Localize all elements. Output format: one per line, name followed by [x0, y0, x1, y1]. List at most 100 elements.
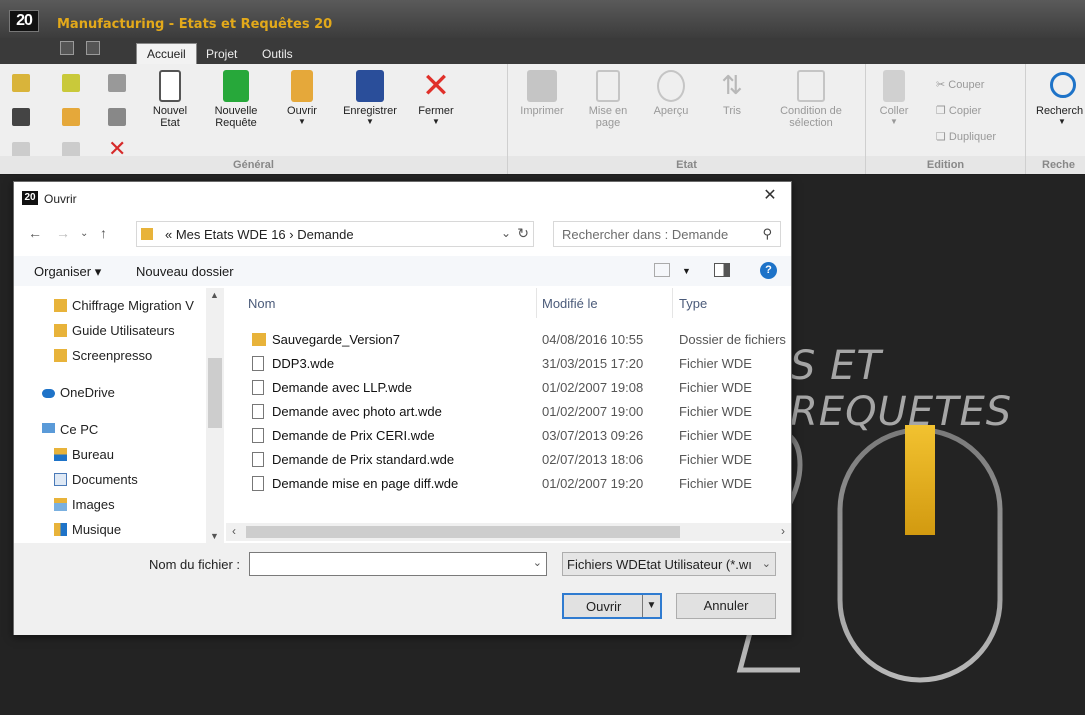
app-logo: 20 — [9, 10, 39, 32]
file-list-hscrollbar[interactable]: ‹ › — [226, 523, 791, 541]
filename-input[interactable] — [250, 553, 520, 575]
open-button[interactable]: Ouvrir ▼ — [282, 70, 322, 126]
scroll-down-icon[interactable]: ▼ — [210, 531, 219, 541]
file-icon — [252, 404, 264, 419]
column-header-modified[interactable]: Modifié le — [542, 296, 598, 311]
group-label-recherche: Reche — [1026, 156, 1085, 174]
copy-icon: ❐ — [936, 105, 949, 117]
group-label-general: Général — [0, 156, 507, 174]
nav-item-guide-utilisateurs[interactable]: Guide Utilisateurs — [14, 319, 206, 343]
preview-button[interactable]: Aperçu — [646, 70, 696, 117]
column-separator[interactable] — [536, 288, 537, 318]
group-label-etat: Etat — [508, 156, 865, 174]
ribbon: ✕ Nouvel Etat Nouvelle Requête Ouvrir ▼ … — [0, 64, 1085, 174]
file-row[interactable]: Demande mise en page diff.wde 01/02/2007… — [226, 472, 791, 496]
nav-item-musique[interactable]: Musique — [14, 518, 206, 542]
file-row[interactable]: DDP3.wde 31/03/2015 17:20 Fichier WDE — [226, 352, 791, 376]
filename-field[interactable]: ⌄ — [249, 552, 547, 576]
help-icon[interactable]: ? — [760, 262, 777, 279]
scroll-thumb[interactable] — [246, 526, 680, 538]
tab-projet[interactable]: Projet — [196, 44, 247, 64]
nav-item-documents[interactable]: Documents — [14, 468, 206, 492]
address-bar[interactable]: « Mes Etats WDE 16 › Demande ⌄ ↻ — [136, 221, 534, 247]
nav-item-images[interactable]: Images — [14, 493, 206, 517]
nav-pane-scrollbar[interactable]: ▲ ▼ — [206, 288, 224, 543]
sort-button[interactable]: ⇅ Tris — [712, 70, 752, 117]
filter-dropdown-icon[interactable]: ⌄ — [762, 557, 771, 570]
page-layout-button[interactable]: Mise en page — [580, 70, 636, 129]
file-row[interactable]: Sauvegarde_Version7 04/08/2016 10:55 Dos… — [226, 328, 791, 352]
address-dropdown-icon[interactable]: ⌄ — [501, 226, 511, 240]
cut-button[interactable]: ✂ Couper — [936, 78, 984, 91]
print-button[interactable]: Imprimer — [514, 70, 570, 117]
file-row[interactable]: Demande de Prix CERI.wde 03/07/2013 09:2… — [226, 424, 791, 448]
search-icon[interactable]: ⚲ — [762, 226, 772, 242]
nav-item-chiffrage[interactable]: Chiffrage Migration V — [14, 294, 206, 318]
sort-arrows-icon: ⇅ — [721, 70, 743, 100]
search-box[interactable]: ⚲ — [553, 221, 781, 247]
refresh-icon[interactable]: ↻ — [517, 225, 529, 242]
window-icon[interactable] — [108, 74, 126, 92]
cloud-icon — [42, 389, 55, 398]
nav-item-ce-pc[interactable]: Ce PC — [14, 418, 206, 442]
copy-button[interactable]: ❐ Copier — [936, 104, 981, 117]
save-button[interactable]: Enregistrer ▼ — [338, 70, 402, 126]
view-options-icon[interactable] — [654, 263, 670, 277]
column-separator[interactable] — [672, 288, 673, 318]
new-state-button[interactable]: Nouvel Etat — [150, 70, 190, 129]
tab-accueil[interactable]: Accueil — [136, 43, 197, 65]
scroll-left-icon[interactable]: ‹ — [232, 524, 236, 538]
folder-icon — [252, 333, 266, 346]
forward-arrow-icon[interactable]: → — [56, 225, 70, 241]
open-button[interactable]: Ouvrir ▼ — [562, 593, 662, 619]
organize-button[interactable]: Organiser ▾ — [34, 264, 101, 280]
close-button[interactable]: ✕ Fermer ▼ — [414, 69, 458, 126]
duplicate-icon: ❏ — [936, 131, 949, 143]
colors-dropdown-icon[interactable] — [470, 76, 496, 84]
preview-pane-icon[interactable] — [714, 263, 730, 277]
column-header-name[interactable]: Nom — [248, 296, 275, 311]
search-input[interactable] — [562, 225, 752, 243]
tab-outils[interactable]: Outils — [252, 44, 303, 64]
scroll-thumb[interactable] — [208, 358, 222, 428]
file-icon — [252, 452, 264, 467]
paste-button[interactable]: Coller ▼ — [872, 70, 916, 126]
folder-open-icon[interactable] — [62, 108, 80, 126]
open-split-dropdown-icon[interactable]: ▼ — [642, 595, 660, 617]
report-icon[interactable] — [12, 108, 30, 126]
up-arrow-icon[interactable]: ↑ — [100, 225, 107, 241]
column-header-type[interactable]: Type — [679, 296, 707, 311]
recent-locations-chevron-icon[interactable]: ⌄ — [80, 228, 88, 239]
wand-icon[interactable] — [62, 74, 80, 92]
duplicate-button[interactable]: ❏ Dupliquer — [936, 130, 996, 143]
star-new-icon[interactable] — [12, 74, 30, 92]
command-bar: Organiser ▾ Nouveau dossier ▼ ? — [14, 256, 791, 286]
nav-item-bureau[interactable]: Bureau — [14, 443, 206, 467]
floppy-icon[interactable] — [108, 108, 126, 126]
customize-icon[interactable] — [86, 41, 100, 55]
nav-item-screenpresso[interactable]: Screenpresso — [14, 344, 206, 368]
selection-condition-button[interactable]: Condition de sélection — [766, 70, 856, 129]
breadcrumb[interactable]: « Mes Etats WDE 16 › Demande — [165, 227, 354, 242]
file-row[interactable]: Demande avec LLP.wde 01/02/2007 19:08 Fi… — [226, 376, 791, 400]
file-row[interactable]: Demande de Prix standard.wde 02/07/2013 … — [226, 448, 791, 472]
file-row[interactable]: Demande avec photo art.wde 01/02/2007 19… — [226, 400, 791, 424]
dialog-app-icon: 20 — [22, 191, 38, 205]
search-ribbon-button[interactable]: Recherch ▼ — [1036, 70, 1085, 126]
keyboard-icon[interactable] — [60, 41, 74, 55]
magnifier-icon — [1050, 72, 1076, 98]
back-arrow-icon[interactable]: ← — [28, 225, 42, 241]
new-query-icon — [223, 70, 249, 102]
scroll-right-icon[interactable]: › — [781, 524, 785, 538]
file-type-filter[interactable]: Fichiers WDEtat Utilisateur (*.wı ⌄ — [562, 552, 776, 576]
view-dropdown-icon[interactable]: ▼ — [682, 266, 691, 276]
scroll-up-icon[interactable]: ▲ — [210, 290, 219, 300]
cancel-button[interactable]: Annuler — [676, 593, 776, 619]
nav-item-onedrive[interactable]: OneDrive — [14, 381, 206, 405]
dialog-title: Ouvrir — [44, 192, 77, 206]
folder-icon — [54, 324, 67, 337]
filename-dropdown-icon[interactable]: ⌄ — [533, 556, 542, 569]
new-query-button[interactable]: Nouvelle Requête — [210, 70, 262, 129]
new-folder-button[interactable]: Nouveau dossier — [136, 264, 234, 279]
dialog-close-button[interactable]: ✕ — [749, 182, 791, 212]
